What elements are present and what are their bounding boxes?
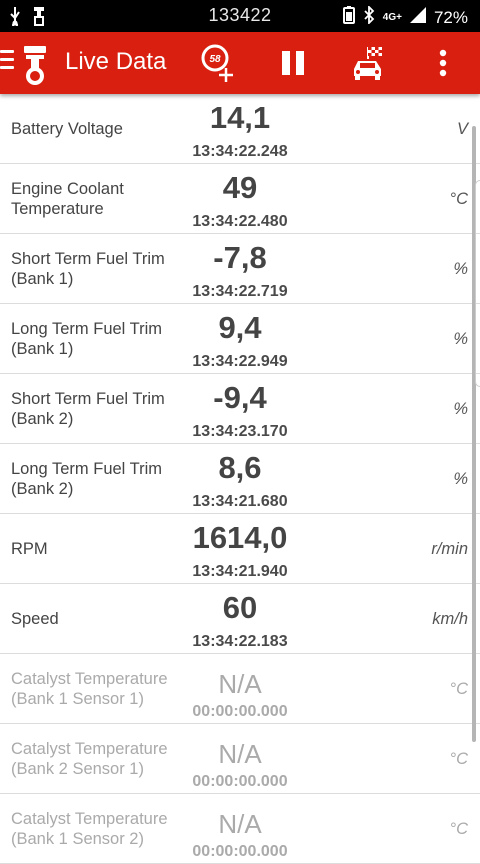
more-vert-icon xyxy=(439,49,447,77)
pid-value: 1614,0 xyxy=(192,520,288,555)
pid-unit: % xyxy=(453,469,468,488)
pid-unit: % xyxy=(453,259,468,278)
race-car-flag-icon xyxy=(354,47,382,80)
pid-unit: V xyxy=(456,119,468,138)
pid-row-battery-voltage[interactable]: Battery Voltage 14,1 13:34:22.248 V xyxy=(0,94,480,164)
status-right-icons: 4G+ 72% xyxy=(342,4,468,29)
status-bar: 133422 4G+ 72% xyxy=(0,0,480,32)
live-data-list[interactable]: Battery Voltage 14,1 13:34:22.248 V Engi… xyxy=(0,94,480,864)
pid-value: 49 xyxy=(222,170,258,205)
gauge-add-icon: 58 xyxy=(201,44,233,82)
pid-value: 60 xyxy=(222,590,258,625)
overflow-menu-button[interactable] xyxy=(430,42,456,84)
signal-icon xyxy=(409,7,426,28)
pid-row-long-term-fuel-trim-bank1[interactable]: Long Term Fuel Trim (Bank 1) 9,4 13:34:2… xyxy=(0,304,480,374)
pid-unit: °C xyxy=(449,189,468,208)
pid-unit: km/h xyxy=(432,609,468,628)
pid-value: 9,4 xyxy=(218,310,262,345)
pid-timestamp: 13:34:21.940 xyxy=(192,563,288,580)
pid-row-short-term-fuel-trim-bank1[interactable]: Short Term Fuel Trim (Bank 1) -7,8 13:34… xyxy=(0,234,480,304)
pid-value: N/A xyxy=(218,669,262,699)
pid-row-catalyst-temp-b1s1[interactable]: Catalyst Temperature (Bank 1 Sensor 1) N… xyxy=(0,654,480,724)
edge-panel-handle[interactable] xyxy=(475,180,480,387)
pid-row-short-term-fuel-trim-bank2[interactable]: Short Term Fuel Trim (Bank 2) -9,4 13:34… xyxy=(0,374,480,444)
pid-timestamp: 13:34:23.170 xyxy=(192,423,288,440)
app-toolbar: Live Data 58 xyxy=(0,32,480,94)
pid-timestamp: 13:34:22.480 xyxy=(192,213,288,230)
pid-timestamp: 13:34:22.949 xyxy=(192,353,288,370)
nav-menu-icon[interactable] xyxy=(0,50,16,74)
pid-value: 8,6 xyxy=(218,450,262,485)
page-title: Live Data xyxy=(65,48,167,75)
add-gauge-button[interactable]: 58 xyxy=(198,42,238,84)
gauge-icon-number: 58 xyxy=(209,54,221,65)
pid-row-rpm[interactable]: RPM 1614,0 13:34:21.940 r/min xyxy=(0,514,480,584)
pid-timestamp: 13:34:22.248 xyxy=(192,143,288,160)
pid-unit: r/min xyxy=(431,539,468,558)
pid-timestamp: 13:34:21.680 xyxy=(192,493,288,510)
pid-row-catalyst-temp-b1s2[interactable]: Catalyst Temperature (Bank 1 Sensor 2) N… xyxy=(0,794,480,864)
pid-timestamp: 00:00:00.000 xyxy=(192,843,288,860)
pid-unit: % xyxy=(453,329,468,348)
pid-unit: °C xyxy=(449,679,468,698)
pause-icon xyxy=(282,51,304,75)
pid-value: 14,1 xyxy=(209,100,271,135)
pid-unit: °C xyxy=(449,819,468,838)
pid-timestamp: 00:00:00.000 xyxy=(192,703,288,720)
pid-row-engine-coolant-temperature[interactable]: Engine Coolant Temperature 49 13:34:22.4… xyxy=(0,164,480,234)
pid-timestamp: 13:34:22.719 xyxy=(192,283,288,300)
pid-value: N/A xyxy=(218,809,262,839)
pid-row-long-term-fuel-trim-bank2[interactable]: Long Term Fuel Trim (Bank 2) 8,6 13:34:2… xyxy=(0,444,480,514)
pid-timestamp: 13:34:22.183 xyxy=(192,633,288,650)
pid-unit: °C xyxy=(449,749,468,768)
pid-timestamp: 00:00:00.000 xyxy=(192,773,288,790)
pid-value: -9,4 xyxy=(213,380,267,415)
bluetooth-icon xyxy=(363,4,375,29)
network-type: 4G+ xyxy=(382,12,402,23)
pid-value: N/A xyxy=(218,739,262,769)
battery-saver-icon xyxy=(342,6,355,29)
battery-percent: 72% xyxy=(433,7,468,27)
app-logo-icon xyxy=(20,42,50,86)
pid-row-speed[interactable]: Speed 60 13:34:22.183 km/h xyxy=(0,584,480,654)
race-mode-button[interactable] xyxy=(348,42,388,84)
pid-unit: % xyxy=(453,399,468,418)
pid-row-catalyst-temp-b2s1[interactable]: Catalyst Temperature (Bank 2 Sensor 1) N… xyxy=(0,724,480,794)
pause-button[interactable] xyxy=(278,42,308,84)
pid-value: -7,8 xyxy=(213,240,267,275)
